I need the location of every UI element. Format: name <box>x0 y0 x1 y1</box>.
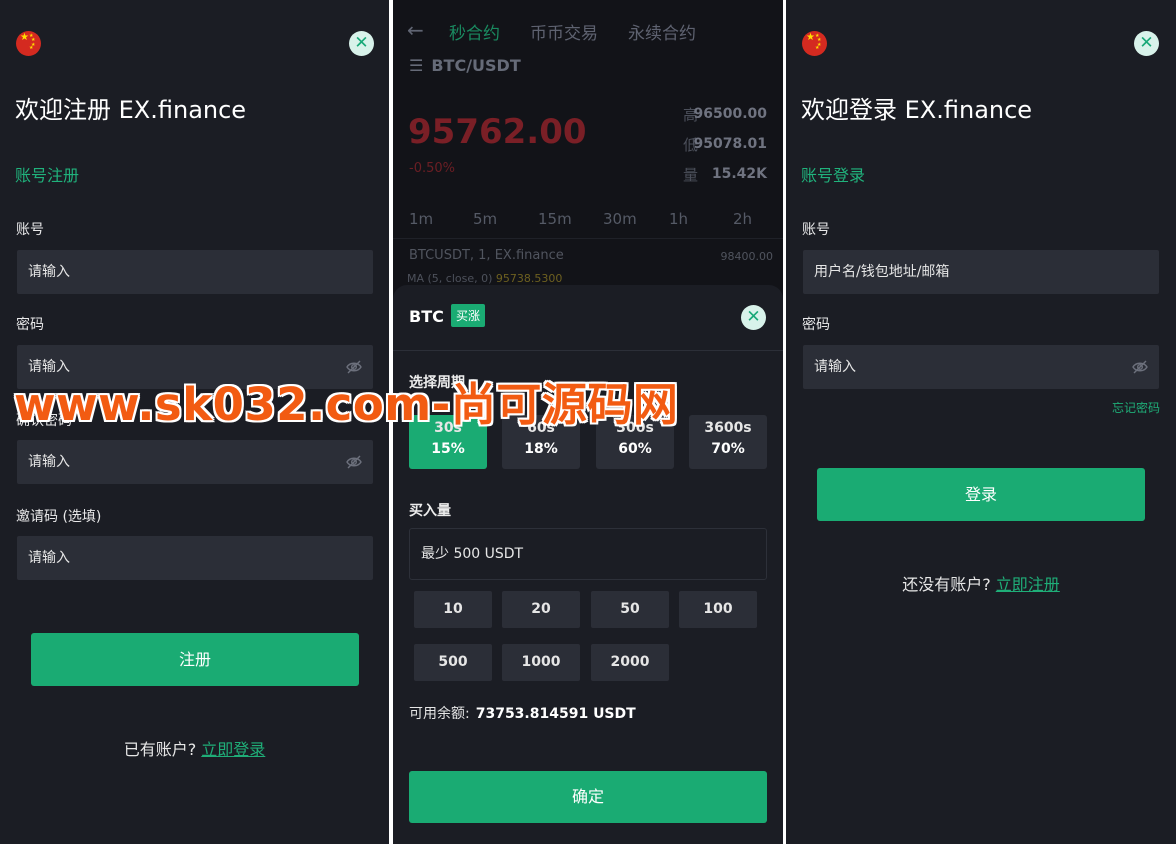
login-prompt: 已有账户? 立即登录 <box>0 736 389 760</box>
confirm-password-input[interactable]: 请输入 <box>17 440 373 484</box>
tab-spot[interactable]: 币币交易 <box>530 19 598 44</box>
forgot-password-link[interactable]: 忘记密码 <box>1112 399 1160 416</box>
low-value: 95078.01 <box>693 136 767 152</box>
login-button[interactable]: 登录 <box>817 468 1145 521</box>
amount-input[interactable]: 最少 500 USDT <box>409 528 767 580</box>
timeframe-1m[interactable]: 1m <box>409 210 433 228</box>
account-input[interactable]: 用户名/钱包地址/邮箱 <box>803 250 1159 294</box>
price-change: -0.50% <box>409 161 455 176</box>
direction-badge: 买涨 <box>451 304 486 327</box>
login-prompt-text: 已有账户? <box>123 740 197 759</box>
close-icon[interactable]: ✕ <box>349 31 374 56</box>
period-time: 3600s <box>704 420 752 436</box>
password-label: 密码 <box>802 317 830 333</box>
chart-price-scale: 98400.00 <box>720 250 774 263</box>
divider <box>393 238 783 239</box>
period-option[interactable]: 3600s 70% <box>689 415 767 469</box>
menu-icon[interactable]: ☰ <box>409 56 423 75</box>
high-value: 96500.00 <box>693 106 767 122</box>
register-button[interactable]: 注册 <box>31 633 359 686</box>
confirm-button[interactable]: 确定 <box>409 771 767 823</box>
register-prompt-text: 还没有账户? <box>902 575 991 594</box>
volume-label: 量 <box>683 166 699 184</box>
tab-account-login[interactable]: 账号登录 <box>801 162 865 186</box>
tab-second-contract[interactable]: 秒合约 <box>449 19 500 44</box>
quick-amount-button[interactable]: 500 <box>414 644 492 681</box>
register-prompt: 还没有账户? 立即注册 <box>786 571 1176 595</box>
amount-label: 买入量 <box>409 503 451 519</box>
close-icon[interactable]: ✕ <box>741 305 766 330</box>
coin-name: BTC <box>409 307 444 326</box>
password-placeholder: 请输入 <box>814 359 856 375</box>
period-rate: 18% <box>524 441 558 457</box>
account-input[interactable]: 请输入 <box>17 250 373 294</box>
available-balance: 可用余额: 73753.814591 USDT <box>409 703 636 723</box>
top-nav: ← 秒合约 币币交易 永续合约 <box>393 0 783 60</box>
last-price: 95762.00 <box>408 112 587 152</box>
ma-label: MA (5, close, 0) <box>407 272 493 285</box>
timeframe-15m[interactable]: 15m <box>538 210 572 228</box>
eye-hidden-icon[interactable] <box>1131 358 1149 376</box>
volume-value: 15.42K <box>711 166 767 182</box>
confirm-password-placeholder: 请输入 <box>28 454 70 470</box>
login-link[interactable]: 立即登录 <box>201 740 265 759</box>
trading-pair[interactable]: ☰ BTC/USDT <box>409 56 521 75</box>
account-label: 账号 <box>802 222 830 238</box>
quick-amount-button[interactable]: 50 <box>591 591 669 628</box>
timeframe-5m[interactable]: 5m <box>473 210 497 228</box>
close-icon[interactable]: ✕ <box>1134 31 1159 56</box>
password-label: 密码 <box>16 317 44 333</box>
page-title: 欢迎注册 EX.finance <box>15 96 247 124</box>
period-rate: 60% <box>618 441 652 457</box>
quick-amount-button[interactable]: 1000 <box>502 644 580 681</box>
balance-label: 可用余额: <box>409 706 470 722</box>
balance-value: 73753.814591 USDT <box>475 706 636 722</box>
timeframe-30m[interactable]: 30m <box>603 210 637 228</box>
tab-perpetual[interactable]: 永续合约 <box>628 19 696 44</box>
register-link[interactable]: 立即注册 <box>996 575 1060 594</box>
back-arrow-icon[interactable]: ← <box>407 18 424 42</box>
quick-amount-button[interactable]: 10 <box>414 591 492 628</box>
china-flag-icon[interactable]: ★ ★ ★ ★ ★ <box>16 31 41 56</box>
account-label: 账号 <box>16 222 44 238</box>
login-panel: ★ ★ ★ ★ ★ ✕ 欢迎登录 EX.finance 账号登录 账号 用户名/… <box>786 0 1176 844</box>
ma-value: 95738.5300 <box>495 272 563 285</box>
timeframe-2h[interactable]: 2h <box>733 210 752 228</box>
quick-amount-button[interactable]: 2000 <box>591 644 669 681</box>
password-input[interactable]: 请输入 <box>803 345 1159 389</box>
quick-amount-button[interactable]: 20 <box>502 591 580 628</box>
quick-amount-button[interactable]: 100 <box>679 591 757 628</box>
eye-hidden-icon[interactable] <box>345 453 363 471</box>
period-rate: 15% <box>431 441 465 457</box>
timeframe-1h[interactable]: 1h <box>669 210 688 228</box>
page-title: 欢迎登录 EX.finance <box>801 96 1033 124</box>
chart-symbol: BTCUSDT, 1, EX.finance <box>409 248 564 263</box>
ma-indicator: MA (5, close, 0) 95738.5300 <box>407 272 562 285</box>
invite-code-label: 邀请码 (选填) <box>16 509 102 525</box>
period-rate: 70% <box>711 441 745 457</box>
invite-code-input[interactable]: 请输入 <box>17 536 373 580</box>
watermark: www.sk032.com-尚可源码网 <box>14 378 679 431</box>
sheet-header: BTC 买涨 ✕ <box>393 285 783 351</box>
tab-account-register[interactable]: 账号注册 <box>15 162 79 186</box>
china-flag-icon[interactable]: ★ ★ ★ ★ ★ <box>802 31 827 56</box>
